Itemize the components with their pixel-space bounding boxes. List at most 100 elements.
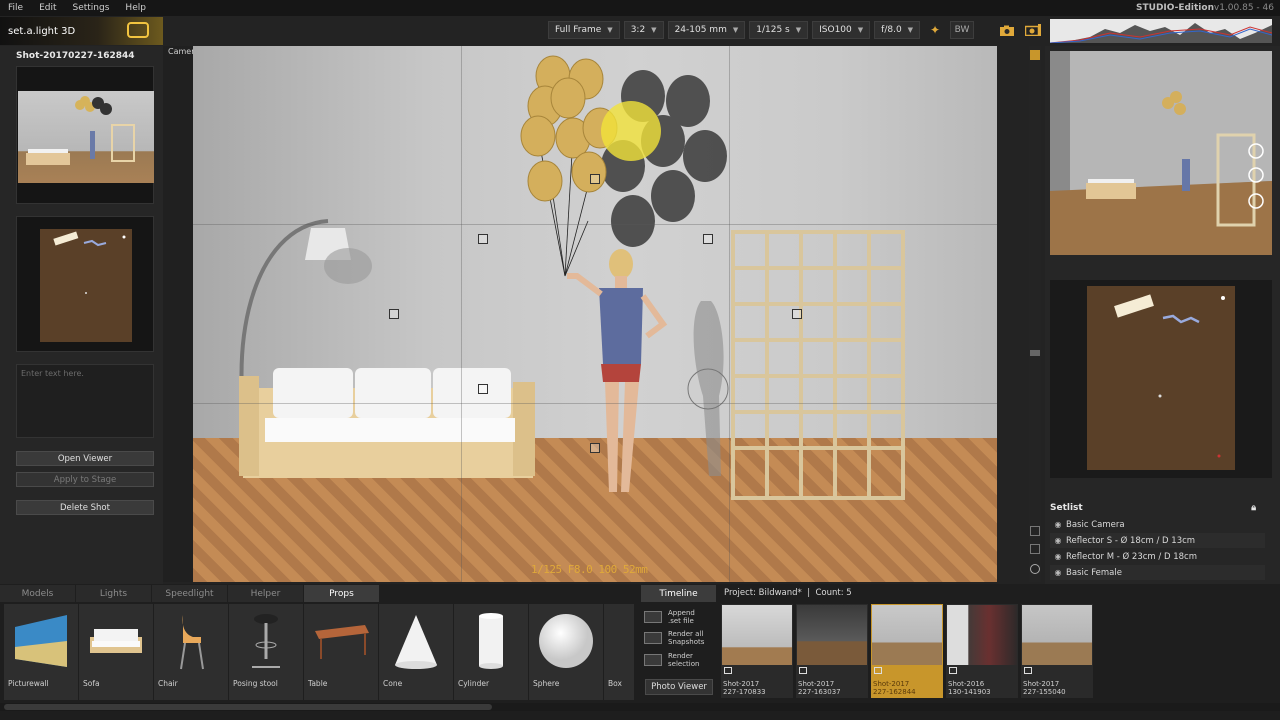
snapshot-item[interactable]: Shot-2017 227-155040 <box>1021 604 1093 698</box>
exposure-meter-icon[interactable]: ✦ <box>924 21 946 39</box>
prop-label: Sofa <box>83 679 100 688</box>
snapshot-image <box>1022 605 1092 665</box>
camera-icon[interactable] <box>996 21 1018 39</box>
setlist-item[interactable]: ◉ Reflector S - Ø 18cm / D 13cm <box>1050 533 1265 548</box>
selection-handle[interactable] <box>590 174 600 184</box>
histogram <box>1050 19 1272 43</box>
floor-plan-image <box>40 229 132 342</box>
prop-cylinder-image <box>458 608 524 674</box>
menu-settings[interactable]: Settings <box>65 3 118 13</box>
snapshot-image <box>722 605 792 665</box>
frame-value: Full Frame <box>555 25 602 35</box>
selection-handle[interactable] <box>590 443 600 453</box>
prop-box-image <box>608 608 634 674</box>
iso-select[interactable]: ISO100 ▼ <box>812 21 871 39</box>
eye-icon[interactable]: ◉ <box>1050 552 1066 561</box>
grid-line <box>193 224 997 225</box>
camera-icon <box>1024 667 1032 674</box>
snapshot-item[interactable]: Shot-2017 227-163037 <box>796 604 868 698</box>
camera-viewport[interactable]: 1/125 F8.0 100 52mm <box>193 46 997 582</box>
prop-item[interactable]: Chair <box>154 604 228 700</box>
prop-item[interactable]: Posing stool <box>229 604 303 700</box>
setlist-item[interactable]: ◉ Reflector M - Ø 23cm / D 18cm <box>1050 549 1265 564</box>
lens-select[interactable]: 24-105 mm ▼ <box>667 21 746 39</box>
timeline-tab[interactable]: Timeline <box>641 585 716 602</box>
prop-item[interactable]: Sofa <box>79 604 153 700</box>
prop-label: Cone <box>383 679 403 688</box>
props-list: Picturewall Sofa Chair Posing stool Tabl… <box>4 604 634 700</box>
tab-speedlight[interactable]: Speedlight <box>152 585 227 602</box>
photo-viewer-button[interactable]: Photo Viewer <box>645 679 713 695</box>
navigate-icon[interactable] <box>1030 564 1040 574</box>
prop-item[interactable]: Sphere <box>529 604 603 700</box>
viewport-side-toolbar[interactable] <box>1029 46 1041 582</box>
selection-handle[interactable] <box>703 234 713 244</box>
eye-icon[interactable]: ◉ <box>1050 568 1066 577</box>
grid-line <box>193 403 997 404</box>
prop-item[interactable]: Cone <box>379 604 453 700</box>
menu-bar: File Edit Settings Help STUDIO-Edition v… <box>0 0 1280 16</box>
tab-models[interactable]: Models <box>0 585 75 602</box>
snapshot-item[interactable]: Shot-2016 130-141903 <box>946 604 1018 698</box>
snapshot-item-selected[interactable]: Shot-2017 227-162844 <box>871 604 943 698</box>
ratio-select[interactable]: 3:2 ▼ <box>623 21 664 39</box>
menu-help[interactable]: Help <box>117 3 154 13</box>
delete-shot-button[interactable]: Delete Shot <box>16 500 154 515</box>
chevron-down-icon: ▼ <box>795 26 802 34</box>
menu-edit[interactable]: Edit <box>31 3 64 13</box>
shot-note-field[interactable]: Enter text here. <box>16 364 154 438</box>
floor-plan-thumbnail[interactable] <box>16 216 154 352</box>
render-all-button[interactable]: Render all Snapshots <box>644 628 714 647</box>
grid-toggle-icon[interactable] <box>1030 526 1040 536</box>
snapshot-caption: Shot-2017 227-162844 <box>873 680 916 696</box>
collapse-icon[interactable] <box>1030 50 1040 60</box>
studio-3d-view[interactable] <box>1050 51 1272 255</box>
menu-file[interactable]: File <box>0 3 31 13</box>
prop-sofa-image <box>83 608 149 674</box>
ratio-value: 3:2 <box>630 25 646 35</box>
prop-sphere-image <box>533 608 599 674</box>
snapshot-caption: Shot-2017 227-163037 <box>798 680 841 696</box>
eye-icon[interactable]: ◉ <box>1050 536 1066 545</box>
append-set-file-button[interactable]: Append .set file <box>644 607 714 626</box>
bw-toggle[interactable]: BW <box>950 21 975 39</box>
shutter-select[interactable]: 1/125 s ▼ <box>749 21 809 39</box>
frame-toggle-icon[interactable] <box>1030 544 1040 554</box>
aperture-select[interactable]: f/8.0 ▼ <box>874 21 921 39</box>
setlist-item[interactable]: ◉ Basic Female <box>1050 565 1265 580</box>
prop-item[interactable]: Picturewall <box>4 604 78 700</box>
floor-plan[interactable] <box>1087 286 1235 470</box>
setlist-item[interactable]: ◉ Basic Camera <box>1050 517 1265 532</box>
props-scrollbar[interactable] <box>0 703 1280 711</box>
tab-props[interactable]: Props <box>304 585 379 602</box>
snapshot-camera-icon[interactable] <box>1022 21 1044 39</box>
prop-item[interactable]: Cylinder <box>454 604 528 700</box>
apply-to-stage-button[interactable]: Apply to Stage <box>16 472 154 487</box>
scroll-thumb[interactable] <box>4 704 492 710</box>
grid-line <box>729 46 730 582</box>
prop-item[interactable]: Table <box>304 604 378 700</box>
setlist-item-label: Basic Female <box>1066 567 1122 578</box>
scroll-thumb[interactable] <box>1030 350 1040 356</box>
timeline-info: Project: Bildwand* | Count: 5 <box>724 588 852 598</box>
open-viewer-button[interactable]: Open Viewer <box>16 451 154 466</box>
selection-handle[interactable] <box>792 309 802 319</box>
selection-handle[interactable] <box>389 309 399 319</box>
snapshot-caption: Shot-2017 227-155040 <box>1023 680 1066 696</box>
chevron-down-icon: ▼ <box>857 26 864 34</box>
prop-label: Cylinder <box>458 679 490 688</box>
eye-icon[interactable]: ◉ <box>1050 520 1066 529</box>
lock-icon[interactable]: 🔒︎ <box>1251 503 1256 513</box>
snapshot-item[interactable]: Shot-2017 227-170833 <box>721 604 793 698</box>
shot-preview[interactable] <box>16 66 154 204</box>
aperture-value: f/8.0 <box>881 25 902 35</box>
prop-item[interactable]: Box <box>604 604 634 700</box>
selection-handle[interactable] <box>478 384 488 394</box>
tab-lights[interactable]: Lights <box>76 585 151 602</box>
selection-handle[interactable] <box>478 234 488 244</box>
frame-select[interactable]: Full Frame ▼ <box>548 21 620 39</box>
lens-value: 24-105 mm <box>674 25 727 35</box>
tab-helper[interactable]: Helper <box>228 585 303 602</box>
prop-label: Posing stool <box>233 679 278 688</box>
render-selection-button[interactable]: Render selection <box>644 650 714 669</box>
